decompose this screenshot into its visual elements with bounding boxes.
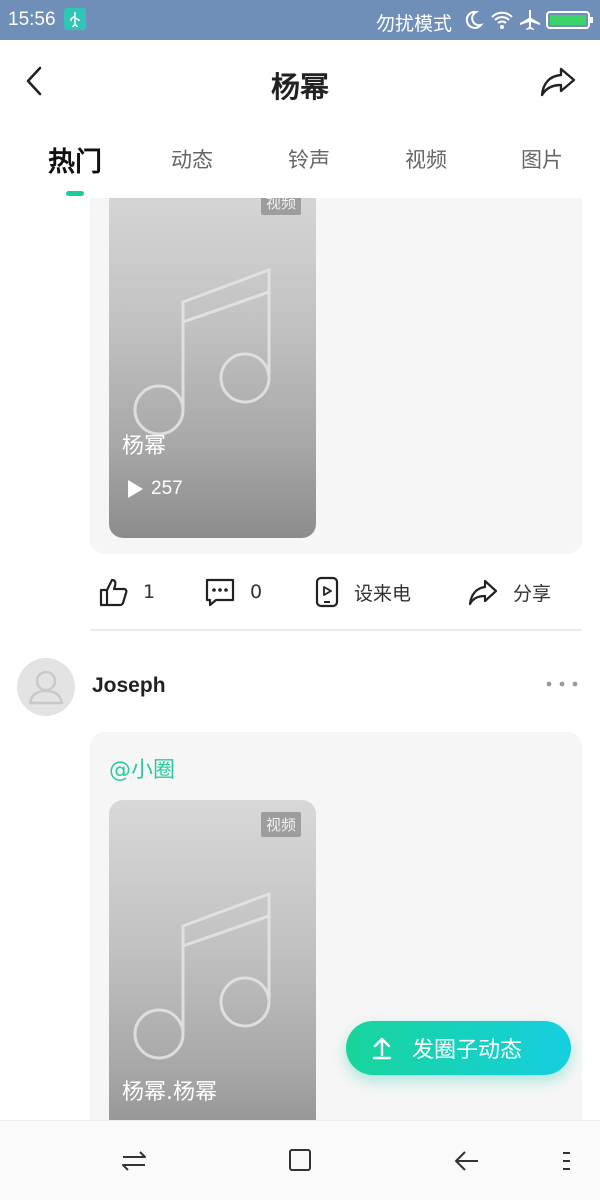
set-ringtone-label: 设来电 [354,582,412,605]
status-time: 15:56 [8,9,56,30]
video-badge: 视频 [260,198,301,215]
status-bar: 15:56 勿扰模式 [0,0,600,40]
post-card: 视频 杨幂 257 [90,198,582,554]
post-divider [90,629,582,631]
post-author-row: Joseph [0,656,600,726]
thumbs-up-icon [99,578,128,607]
upload-icon [372,1037,392,1060]
like-button[interactable]: 1 [97,575,155,609]
menu-icon[interactable] [560,1147,572,1180]
video-thumbnail[interactable]: 视频 杨幂.杨幂 [109,800,316,1120]
usb-icon [64,8,86,30]
music-note-icon [131,260,271,443]
home-icon[interactable] [287,1147,313,1180]
app-header: 杨幂 [0,40,600,124]
comment-icon [205,578,235,607]
avatar[interactable] [17,658,75,716]
phone-ringtone-icon [315,576,339,608]
tab-bar: 热门 动态 铃声 视频 图片 [0,124,600,198]
share-icon[interactable] [538,64,578,103]
video-badge: 视频 [260,812,301,837]
author-name[interactable]: Joseph [92,674,166,698]
mention-link[interactable]: @小圈 [109,752,175,784]
moon-icon [462,9,484,36]
video-caption: 杨幂.杨幂 [122,1080,217,1105]
tab-dynamic[interactable]: 动态 [152,144,232,174]
fab-label: 发圈子动态 [412,1038,523,1063]
back-nav-icon[interactable] [453,1147,481,1180]
tab-ringtone[interactable]: 铃声 [269,144,349,174]
play-count: 257 [125,478,183,500]
video-caption: 杨幂 [122,434,167,459]
default-avatar-icon [28,670,64,705]
share-arrow-icon [468,579,498,606]
post-circle-dynamic-button[interactable]: 发圈子动态 [346,1021,571,1075]
tab-video[interactable]: 视频 [386,144,466,174]
tab-hot[interactable]: 热门 [35,140,115,179]
play-count-value: 257 [151,478,183,500]
tab-indicator [66,191,84,196]
wifi-icon [490,9,514,36]
tab-picture[interactable]: 图片 [502,144,582,174]
dnd-label: 勿扰模式 [376,13,453,35]
video-thumbnail[interactable]: 视频 杨幂 257 [109,198,316,538]
post-actions: 1 0 设来电 分享 [0,559,600,629]
page-title: 杨幂 [270,70,329,104]
share-label: 分享 [513,582,552,605]
recent-apps-icon[interactable] [120,1147,148,1180]
like-count: 1 [143,581,156,603]
music-note-icon [131,884,271,1067]
airplane-icon [518,8,542,37]
battery-icon [546,11,594,34]
feed[interactable]: 视频 杨幂 257 1 0 设来电 分享 Joseph @小圈 视频 杨幂.杨幂 [0,198,600,1120]
post-share-button[interactable]: 分享 [467,575,551,609]
set-ringtone-button[interactable]: 设来电 [314,575,411,609]
more-options-icon[interactable] [544,676,580,694]
system-nav-bar [0,1120,600,1200]
comment-count: 0 [250,581,263,603]
comment-button[interactable]: 0 [204,575,262,609]
